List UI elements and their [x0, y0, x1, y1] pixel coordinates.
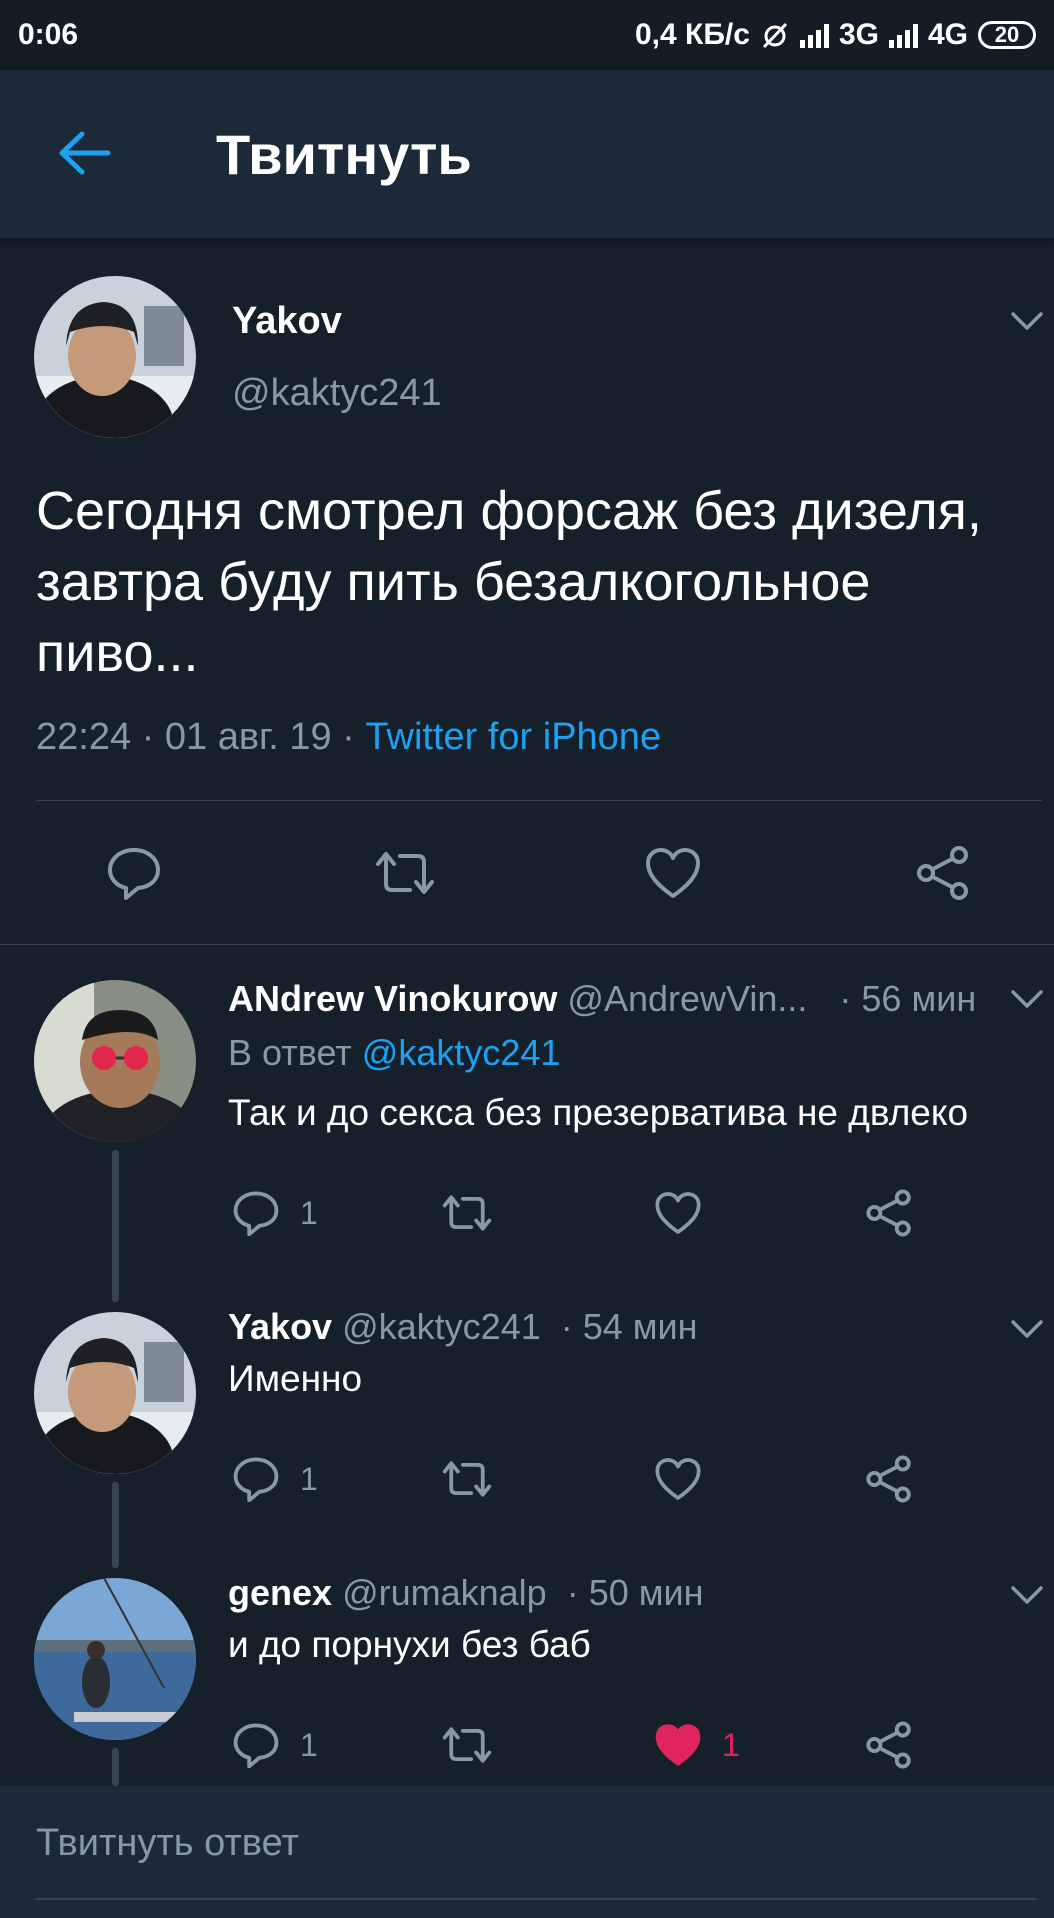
retweet-button[interactable] [438, 1724, 496, 1766]
share-icon [866, 1455, 911, 1503]
reply-text: Так и до секса без презерватива не двлек… [228, 1092, 969, 1133]
user-name[interactable]: Yakov [232, 300, 342, 343]
reply-button[interactable]: 1 [232, 1456, 318, 1502]
thread-line [112, 1150, 119, 1302]
tweet-source-link[interactable]: Twitter for iPhone [365, 716, 661, 758]
retweet-icon [442, 1461, 492, 1497]
user-handle[interactable]: @AndrewVin... [567, 978, 807, 1019]
share-button[interactable] [864, 1454, 914, 1504]
user-name[interactable]: ANdrew Vinokurow [228, 978, 557, 1019]
reply-text: Именно [228, 1358, 363, 1399]
clock: 0:06 [18, 18, 79, 51]
reply-icon [233, 1457, 279, 1502]
user-handle[interactable]: @rumaknalp [342, 1572, 547, 1613]
reply-text: и до порнухи без баб [228, 1624, 591, 1665]
chevron-down-icon[interactable] [1010, 988, 1044, 1010]
chevron-down-icon[interactable] [1010, 1318, 1044, 1340]
net-speed: 0,4 КБ/с [635, 18, 750, 51]
reply-icon [233, 1191, 279, 1236]
like-count: 1 [722, 1726, 740, 1763]
network-type-1: 3G [838, 18, 879, 51]
like-button[interactable] [644, 846, 702, 900]
chevron-down-icon[interactable] [1010, 1584, 1044, 1606]
reply-icon [233, 1723, 279, 1768]
thread-line [112, 1482, 119, 1568]
share-button[interactable] [864, 1720, 914, 1770]
retweet-button[interactable] [438, 1458, 496, 1500]
thread-line [112, 1748, 119, 1786]
reply-prefix: В ответ [228, 1032, 362, 1073]
retweet-button[interactable] [438, 1192, 496, 1234]
battery-icon: 20 [978, 21, 1036, 49]
avatar[interactable] [34, 1578, 196, 1740]
avatar[interactable] [34, 980, 196, 1142]
reply-time: · 50 мин [566, 1572, 704, 1613]
tweet-text: Сегодня смотрел форсаж без дизеля, завтр… [36, 481, 982, 683]
user-name[interactable]: Yakov [228, 1306, 332, 1347]
like-button[interactable]: 1 [654, 1722, 740, 1768]
share-icon [917, 846, 968, 900]
divider [0, 944, 1054, 945]
status-bar: 0:06 0,4 КБ/с 3G 4G 20 [0, 0, 1054, 70]
chevron-down-icon[interactable] [1010, 310, 1044, 332]
user-handle[interactable]: @kaktyc241 [232, 372, 442, 415]
divider [36, 800, 1042, 801]
share-button[interactable] [914, 844, 972, 902]
reply-count: 1 [300, 1726, 318, 1763]
heart-icon [655, 1458, 701, 1500]
like-button[interactable] [654, 1190, 702, 1236]
heart-filled-icon [655, 1724, 701, 1766]
reply-header: Yakov @kaktyc241 · 54 мин [228, 1306, 698, 1348]
reply-time: · 56 мин [839, 978, 977, 1019]
user-handle[interactable]: @kaktyc241 [342, 1306, 541, 1347]
input-underline [36, 1898, 1036, 1900]
reply-time: · 54 мин [560, 1306, 698, 1347]
app-bar: Твитнуть [0, 70, 1054, 238]
reply-count: 1 [300, 1460, 318, 1497]
retweet-button[interactable] [370, 848, 440, 898]
avatar[interactable] [34, 276, 196, 438]
in-reply-to: В ответ @kaktyc241 [228, 1032, 560, 1074]
reply-button[interactable]: 1 [232, 1190, 318, 1236]
heart-icon [655, 1192, 701, 1234]
like-button[interactable] [654, 1456, 702, 1502]
reply-header: genex @rumaknalp · 50 мин [228, 1572, 704, 1614]
battery-level: 20 [994, 22, 1020, 47]
reply-button[interactable] [106, 846, 162, 900]
share-icon [866, 1189, 911, 1237]
status-icons: 0,4 КБ/с 3G 4G 20 [635, 18, 1036, 52]
signal-icon [888, 22, 918, 48]
reply-icon [108, 848, 160, 900]
reply-count: 1 [300, 1194, 318, 1231]
avatar[interactable] [34, 1312, 196, 1474]
share-icon [866, 1721, 911, 1769]
page-title: Твитнуть [216, 123, 472, 186]
alarm-off-icon [762, 22, 788, 49]
reply-input[interactable]: Твитнуть ответ [36, 1822, 299, 1865]
arrow-left-icon[interactable] [56, 128, 112, 178]
tweet-timestamp: 22:24 · 01 авг. 19 · [36, 716, 366, 758]
reply-button[interactable]: 1 [232, 1722, 318, 1768]
compose-reply-bar[interactable]: Твитнуть ответ [0, 1786, 1054, 1918]
tweet-meta: 22:24 · 01 авг. 19 · Twitter for iPhone [36, 716, 661, 759]
retweet-icon [376, 852, 434, 894]
signal-icon [799, 22, 829, 48]
user-name[interactable]: genex [228, 1572, 332, 1613]
reply-to-link[interactable]: @kaktyc241 [362, 1032, 561, 1073]
retweet-icon [442, 1195, 492, 1231]
network-type-2: 4G [927, 18, 968, 51]
share-button[interactable] [864, 1188, 914, 1238]
reply-header: ANdrew Vinokurow @AndrewVin... · 56 мин [228, 978, 976, 1020]
heart-icon [646, 848, 700, 898]
retweet-icon [442, 1727, 492, 1763]
